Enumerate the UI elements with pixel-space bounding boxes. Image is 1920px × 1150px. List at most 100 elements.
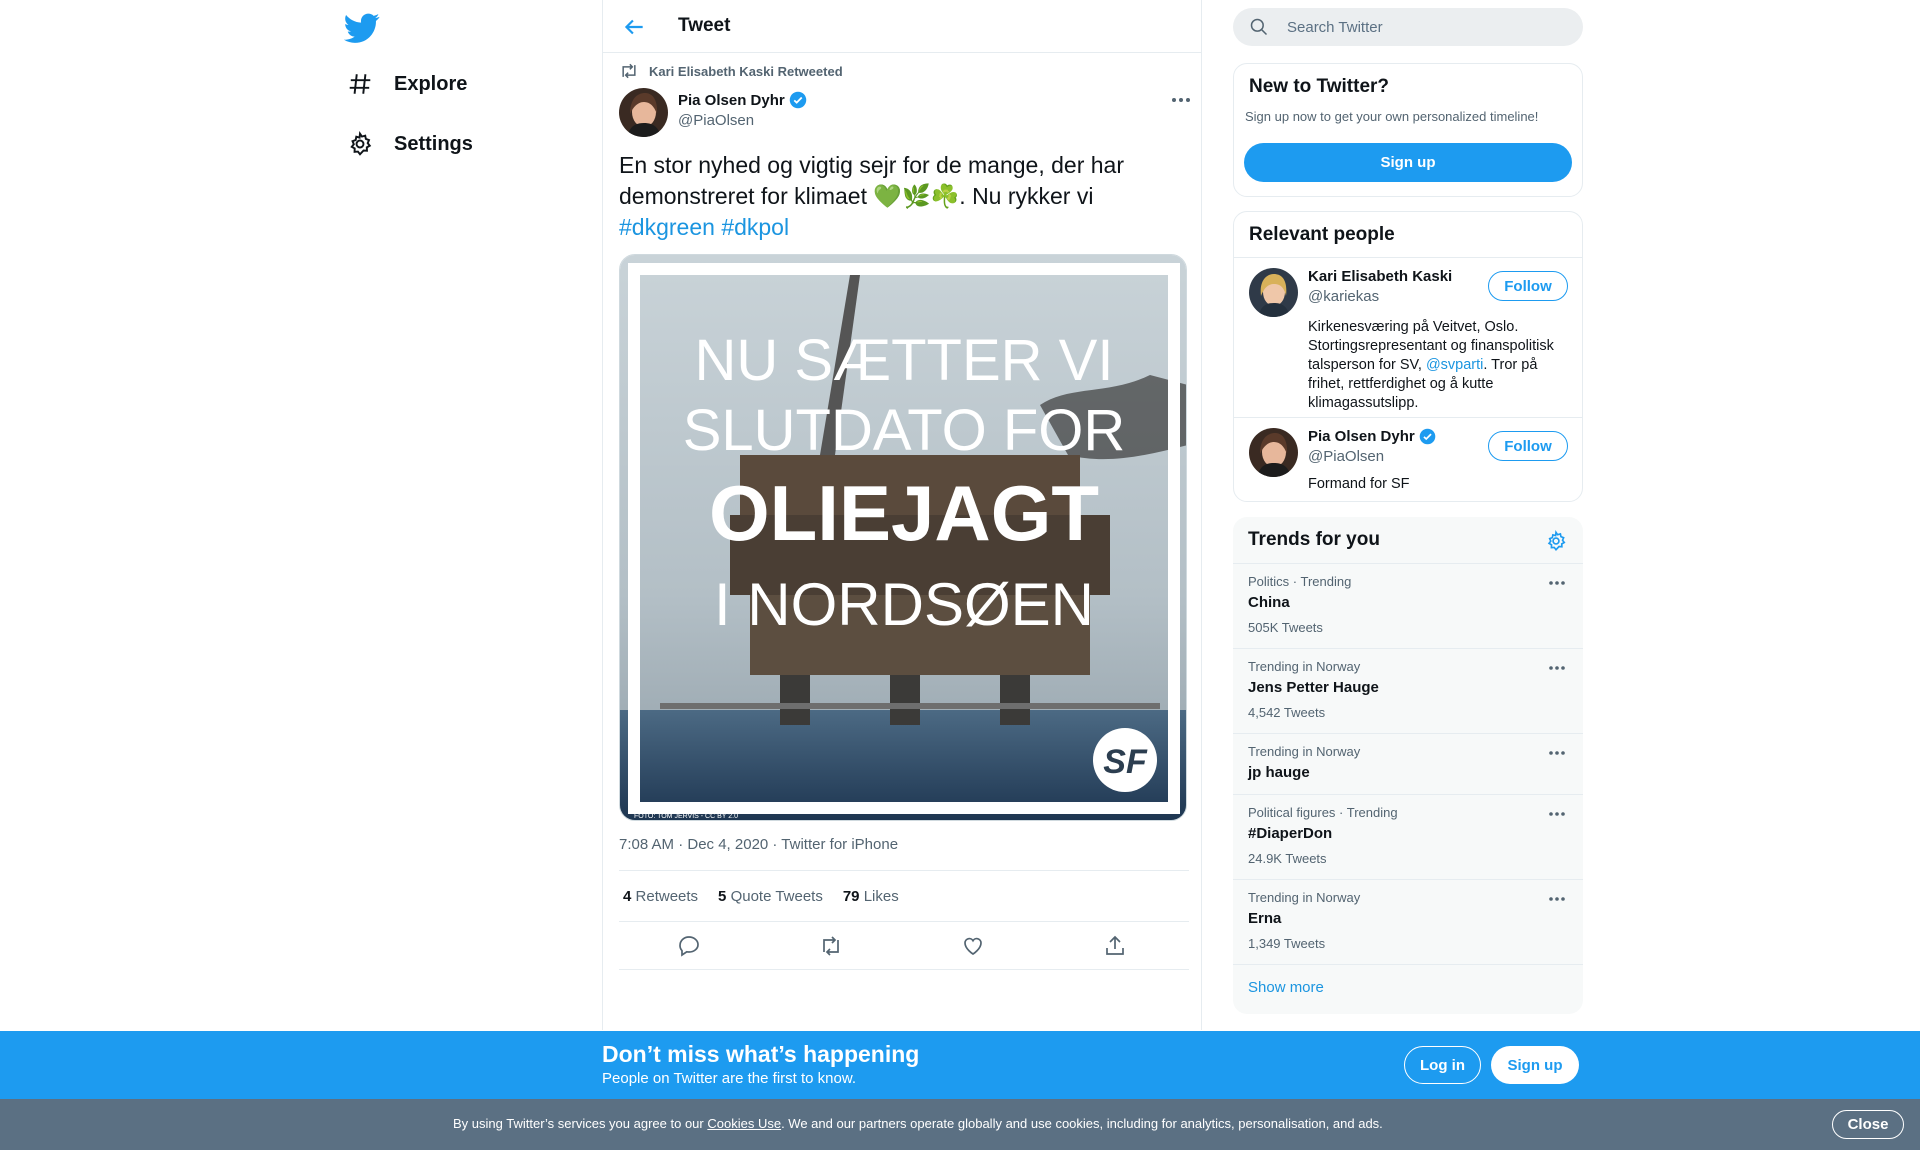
trend-name: Jens Petter Hauge [1248, 679, 1379, 696]
trend-item[interactable]: Politics · Trending China 505K Tweets [1233, 563, 1583, 648]
follow-button[interactable]: Follow [1488, 431, 1568, 461]
tweet-body: En stor nyhed og vigtig sejr for de mang… [619, 152, 1125, 209]
share-icon[interactable] [1103, 934, 1127, 958]
quotes-count: 5 [718, 887, 727, 905]
retweets-stat[interactable]: 4 Retweets [623, 888, 698, 905]
sf-logo-text: SF [1103, 743, 1148, 781]
tweet-author[interactable]: Pia Olsen Dyhr @PiaOlsen [678, 91, 807, 129]
likes-count: 79 [842, 887, 860, 905]
person-name: Pia Olsen Dyhr [1308, 428, 1415, 445]
new-to-twitter-card: New to Twitter? Sign up now to get your … [1233, 63, 1583, 197]
tweet-text: En stor nyhed og vigtig sejr for de mang… [619, 150, 1189, 243]
image-line-2: SLUTDATO FOR [683, 398, 1126, 463]
trend-context: Political figures · Trending [1248, 805, 1398, 820]
trend-item[interactable]: Trending in Norway jp hauge [1233, 733, 1583, 794]
tweet-actions [619, 922, 1189, 970]
avatar[interactable] [619, 88, 668, 137]
tweet-stats: 4 Retweets 5 Quote Tweets 79 Likes [619, 870, 1189, 922]
more-options-icon[interactable] [1547, 748, 1567, 758]
banner-subtitle: People on Twitter are the first to know. [602, 1070, 857, 1087]
trend-context: Trending in Norway [1248, 890, 1361, 905]
nav-item-settings[interactable]: Settings [340, 118, 473, 170]
person-bio: Kirkenesværing på Veitvet, Oslo. Stortin… [1308, 318, 1568, 413]
person-name: Kari Elisabeth Kaski [1308, 268, 1453, 285]
author-name: Pia Olsen Dyhr [678, 91, 785, 109]
person-handle: @PiaOlsen [1308, 448, 1385, 465]
new-to-twitter-subtitle: Sign up now to get your own personalized… [1245, 109, 1539, 124]
avatar[interactable] [1249, 268, 1298, 317]
retweet-context[interactable]: Kari Elisabeth Kaski Retweeted [619, 62, 843, 80]
trend-count: 4,542 Tweets [1248, 705, 1326, 720]
banner-title: Don’t miss what’s happening [602, 1041, 920, 1067]
more-options-icon[interactable] [1547, 809, 1567, 819]
person-handle: @kariekas [1308, 288, 1380, 305]
signup-banner: Don’t miss what’s happening People on Tw… [0, 1031, 1920, 1099]
close-button[interactable]: Close [1832, 1110, 1904, 1139]
tweet-header: Tweet [603, 0, 1201, 53]
likes-label: Likes [863, 887, 899, 905]
image-credit: FOTO: TOM JERVIS - CC BY 2.0 [634, 813, 738, 820]
sign-up-button[interactable]: Sign up [1244, 143, 1572, 182]
gear-icon [340, 124, 380, 164]
settings-gear-icon[interactable] [1545, 530, 1567, 552]
tweet-image[interactable]: NU SÆTTER VI SLUTDATO FOR OLIEJAGT I NOR… [619, 254, 1187, 821]
more-options-icon[interactable] [1547, 578, 1567, 588]
more-options-icon[interactable] [1547, 663, 1567, 673]
twitter-logo-icon[interactable] [344, 10, 380, 46]
show-more-link[interactable]: Show more [1248, 979, 1324, 996]
quotes-stat[interactable]: 5 Quote Tweets [718, 888, 823, 905]
trend-item[interactable]: Political figures · Trending #DiaperDon … [1233, 794, 1583, 879]
retweet-icon [619, 62, 639, 80]
search-icon [1249, 17, 1269, 37]
image-line-4: I NORDSØEN [714, 571, 1094, 638]
quotes-label: Quote Tweets [730, 887, 823, 905]
relevant-people-title: Relevant people [1249, 224, 1395, 245]
author-handle: @PiaOlsen [678, 112, 755, 129]
trend-item[interactable]: Trending in Norway Erna 1,349 Tweets [1233, 879, 1583, 964]
more-options-icon[interactable] [1547, 894, 1567, 904]
follow-button[interactable]: Follow [1488, 271, 1568, 301]
log-in-button[interactable]: Log in [1404, 1046, 1481, 1084]
nav-item-label: Explore [394, 72, 468, 95]
person-bio: Formand for SF [1308, 476, 1410, 492]
nav-item-explore[interactable]: Explore [340, 58, 467, 110]
trend-name: China [1248, 594, 1290, 611]
hashtag-link[interactable]: #dkpol [721, 214, 789, 240]
tweet-timestamp[interactable]: 7:08 AM · Dec 4, 2020 · Twitter for iPho… [619, 836, 898, 853]
mention-link[interactable]: @svparti [1426, 357, 1483, 373]
trend-name: Erna [1248, 910, 1282, 927]
trend-context: Trending in Norway [1248, 659, 1361, 674]
more-options-icon[interactable] [1169, 92, 1193, 108]
cookie-text: . We and our partners operate globally a… [781, 1116, 1383, 1131]
page-title: Tweet [678, 15, 731, 36]
image-line-3: OLIEJAGT [709, 469, 1099, 557]
trend-count: 24.9K Tweets [1248, 851, 1327, 866]
banner-sign-up-button[interactable]: Sign up [1491, 1046, 1579, 1084]
trend-count: 505K Tweets [1248, 620, 1323, 635]
cookie-text: By using Twitter’s services you agree to… [453, 1116, 708, 1131]
trend-count: 1,349 Tweets [1248, 936, 1326, 951]
tweet-column: Tweet Kari Elisabeth Kaski Retweeted Pia… [602, 0, 1202, 1030]
hashtag-link[interactable]: #dkgreen [619, 214, 715, 240]
trend-context: Politics · Trending [1248, 574, 1352, 589]
cookie-notice: By using Twitter’s services you agree to… [453, 1116, 1383, 1131]
verified-badge-icon [789, 91, 807, 109]
likes-stat[interactable]: 79 Likes [843, 888, 899, 905]
verified-badge-icon [1419, 428, 1436, 445]
search-input[interactable] [1287, 18, 1567, 36]
person-name-row: Pia Olsen Dyhr [1308, 428, 1436, 445]
trend-name: jp hauge [1248, 764, 1310, 781]
cookies-use-link[interactable]: Cookies Use [707, 1116, 781, 1131]
avatar[interactable] [1249, 428, 1298, 477]
like-icon[interactable] [961, 934, 985, 958]
trend-name: #DiaperDon [1248, 825, 1333, 842]
reply-icon[interactable] [677, 934, 701, 958]
trends-card: Trends for you Politics · Trending China… [1233, 517, 1583, 1014]
trend-item[interactable]: Trending in Norway Jens Petter Hauge 4,5… [1233, 648, 1583, 733]
back-arrow-icon[interactable] [621, 14, 647, 40]
retweets-count: 4 [623, 887, 632, 905]
relevant-people-card: Relevant people Kari Elisabeth Kaski @ka… [1233, 211, 1583, 502]
retweet-action-icon[interactable] [819, 934, 843, 958]
retweets-label: Retweets [635, 887, 699, 905]
search-bar[interactable] [1233, 8, 1583, 46]
